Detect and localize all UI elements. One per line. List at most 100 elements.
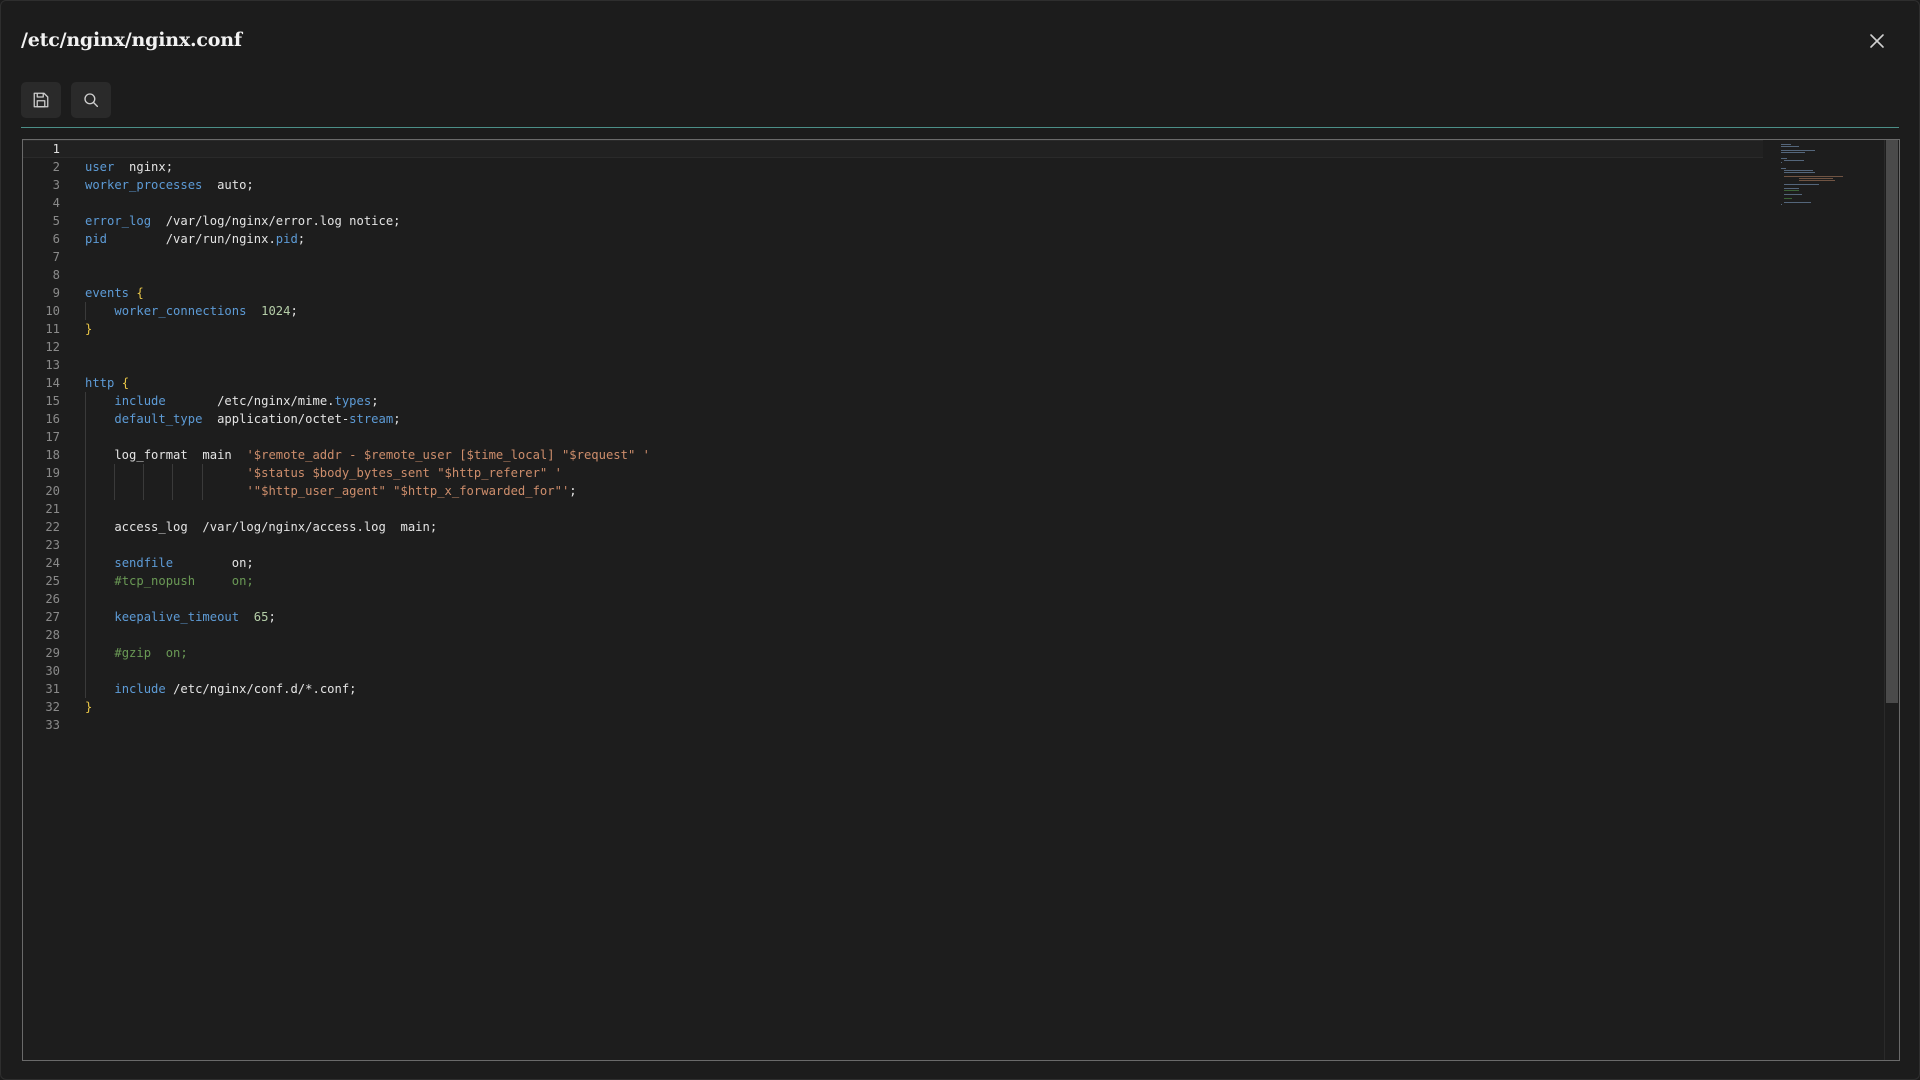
indent-guide: [85, 626, 86, 644]
close-button[interactable]: [1865, 29, 1889, 53]
code-line[interactable]: 32}: [23, 698, 1883, 716]
minimap-line: [1781, 162, 1782, 163]
code-line[interactable]: 25 #tcp_nopush on;: [23, 572, 1883, 590]
line-number: 11: [45, 322, 60, 336]
line-number: 29: [45, 646, 60, 660]
close-icon: [1870, 34, 1884, 48]
indent-guide: [85, 662, 86, 680]
toolbar-divider: [21, 127, 1899, 128]
code-line[interactable]: 29 #gzip on;: [23, 644, 1883, 662]
code-line[interactable]: 20 '"$http_user_agent" "$http_x_forwarde…: [23, 482, 1883, 500]
line-text: include /etc/nginx/mime.types;: [114, 394, 379, 408]
code-line[interactable]: 6 pid /var/run/nginx.pid;: [23, 230, 1883, 248]
minimap-line: [1798, 178, 1833, 179]
code-line[interactable]: 1: [23, 140, 1763, 158]
indent-guide: [85, 428, 86, 446]
toolbar: [21, 82, 111, 118]
line-text: }: [85, 700, 93, 714]
minimap-line: [1784, 188, 1800, 189]
line-number: 7: [52, 250, 60, 264]
code-line[interactable]: 12: [23, 338, 1883, 356]
line-number: 25: [45, 574, 60, 588]
code-line[interactable]: 4: [23, 194, 1883, 212]
line-number: 4: [52, 196, 60, 210]
line-number: 9: [52, 286, 60, 300]
line-text: user nginx;: [85, 160, 174, 174]
line-number: 1: [52, 142, 60, 156]
line-number: 28: [45, 628, 60, 642]
code-line[interactable]: 33: [23, 716, 1883, 734]
line-number: 22: [45, 520, 60, 534]
code-line[interactable]: 27 keepalive_timeout 65;: [23, 608, 1883, 626]
line-number: 19: [45, 466, 60, 480]
line-text: keepalive_timeout 65;: [114, 610, 276, 624]
minimap-line: [1784, 170, 1813, 171]
line-number: 32: [45, 700, 60, 714]
line-number: 24: [45, 556, 60, 570]
code-line[interactable]: 19 '$status $body_bytes_sent "$http_refe…: [23, 464, 1883, 482]
line-text: sendfile on;: [114, 556, 254, 570]
code-line[interactable]: 22 access_log /var/log/nginx/access.log …: [23, 518, 1883, 536]
minimap-line: [1781, 152, 1805, 153]
minimap-line: [1784, 176, 1843, 177]
line-number: 13: [45, 358, 60, 372]
code-line[interactable]: 9 events {: [23, 284, 1883, 302]
line-text: }: [85, 322, 93, 336]
line-number: 2: [52, 160, 60, 174]
indent-guide: [85, 500, 86, 518]
line-text: events {: [85, 286, 144, 300]
code-line[interactable]: 7: [23, 248, 1883, 266]
code-line[interactable]: 31 include /etc/nginx/conf.d/*.conf;: [23, 680, 1883, 698]
code-line[interactable]: 24 sendfile on;: [23, 554, 1883, 572]
line-text: '"$http_user_agent" "$http_x_forwarded_f…: [246, 484, 577, 498]
scrollbar-thumb[interactable]: [1886, 140, 1898, 703]
minimap-line: [1781, 204, 1782, 205]
code-line[interactable]: 13: [23, 356, 1883, 374]
line-number: 15: [45, 394, 60, 408]
search-button[interactable]: [71, 82, 111, 118]
code-line[interactable]: 17: [23, 428, 1883, 446]
line-text: worker_processes auto;: [85, 178, 254, 192]
minimap-line: [1784, 202, 1811, 203]
vertical-scrollbar[interactable]: [1884, 140, 1899, 1060]
minimap-line: [1784, 190, 1800, 191]
file-title: /etc/nginx/nginx.conf: [21, 29, 242, 51]
minimap-line: [1784, 160, 1805, 161]
line-number: 21: [45, 502, 60, 516]
code-line[interactable]: 15 include /etc/nginx/mime.types;: [23, 392, 1883, 410]
minimap-line: [1784, 172, 1816, 173]
code-line[interactable]: 14 http {: [23, 374, 1883, 392]
code-lines[interactable]: 1 2 user nginx; 3 worker_processes auto; 4 5 er…: [23, 140, 1883, 734]
minimap-line: [1784, 198, 1793, 199]
minimap[interactable]: [1781, 142, 1861, 212]
line-number: 20: [45, 484, 60, 498]
line-number: 31: [45, 682, 60, 696]
code-line[interactable]: 21: [23, 500, 1883, 518]
editor-dialog: /etc/nginx/nginx.conf 1 2 user nginx; 3 work…: [0, 0, 1920, 1080]
minimap-line: [1781, 150, 1816, 151]
line-number: 12: [45, 340, 60, 354]
code-line[interactable]: 28: [23, 626, 1883, 644]
code-line[interactable]: 16 default_type application/octet-stream…: [23, 410, 1883, 428]
minimap-line: [1784, 194, 1802, 195]
code-line[interactable]: 18 log_format main '$remote_addr - $remo…: [23, 446, 1883, 464]
line-number: 16: [45, 412, 60, 426]
code-line[interactable]: 23: [23, 536, 1883, 554]
minimap-line: [1781, 158, 1788, 159]
code-line[interactable]: 26: [23, 590, 1883, 608]
minimap-line: [1781, 168, 1786, 169]
code-line[interactable]: 2 user nginx;: [23, 158, 1883, 176]
code-line[interactable]: 30: [23, 662, 1883, 680]
line-number: 6: [52, 232, 60, 246]
line-number: 27: [45, 610, 60, 624]
line-number: 26: [45, 592, 60, 606]
line-number: 18: [45, 448, 60, 462]
code-line[interactable]: 5 error_log /var/log/nginx/error.log noti…: [23, 212, 1883, 230]
save-button[interactable]: [21, 82, 61, 118]
code-line[interactable]: 3 worker_processes auto;: [23, 176, 1883, 194]
code-line[interactable]: 10 worker_connections 1024;: [23, 302, 1883, 320]
code-line[interactable]: 8: [23, 266, 1883, 284]
code-line[interactable]: 11}: [23, 320, 1883, 338]
code-editor[interactable]: 1 2 user nginx; 3 worker_processes auto; 4 5 er…: [22, 139, 1900, 1061]
minimap-line: [1781, 144, 1791, 145]
